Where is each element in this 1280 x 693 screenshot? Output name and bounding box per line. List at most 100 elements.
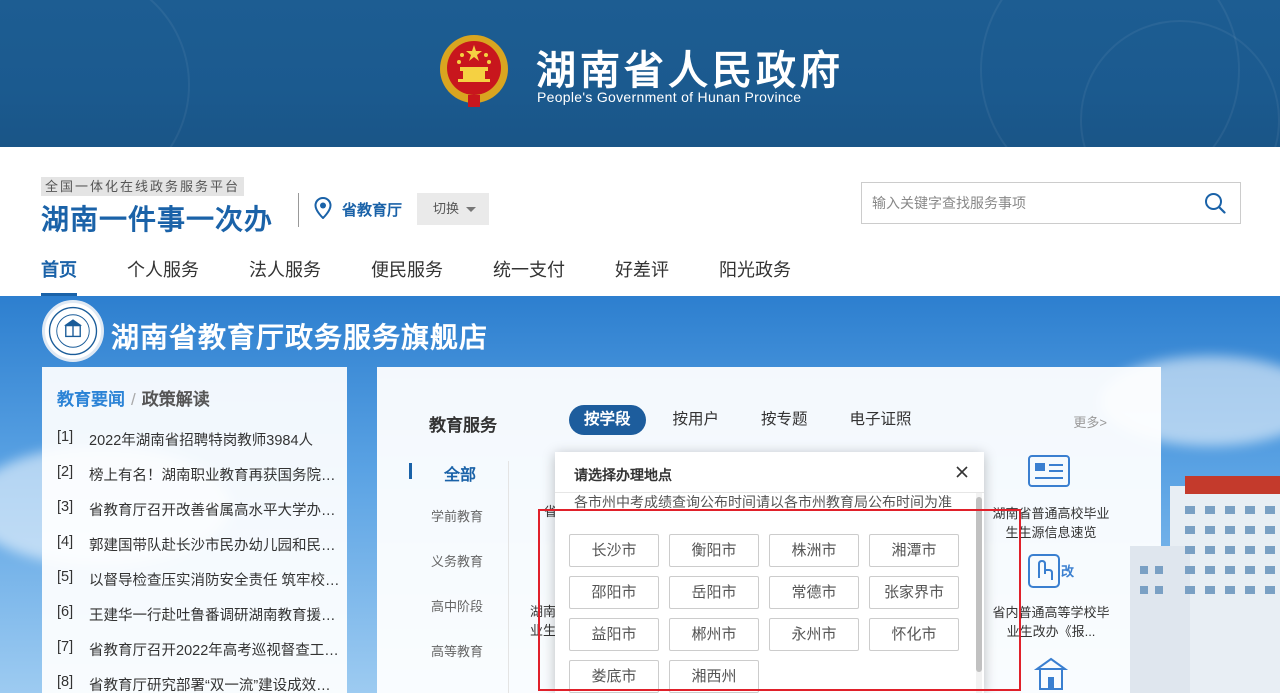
city-option-yiyang[interactable]: 益阳市: [569, 618, 659, 651]
nav-open-government[interactable]: 阳光政务: [719, 256, 791, 296]
hand-change-icon: 改: [1028, 554, 1075, 588]
news-item[interactable]: [8] 省教育厅研究部署“双一流”建设成效评价工作: [57, 674, 342, 693]
government-subtitle: People's Government of Hunan Province: [537, 89, 802, 105]
news-item[interactable]: [4] 郭建国带队赴长沙市民办幼儿园和民办学校检查: [57, 534, 342, 569]
location-pin-icon: [314, 197, 332, 219]
news-headline[interactable]: 省教育厅研究部署“双一流”建设成效评价工作: [89, 674, 342, 693]
news-item[interactable]: [5] 以督导检查压实消防安全责任 筑牢校园安全防线: [57, 569, 342, 604]
news-item[interactable]: [1] 2022年湖南省招聘特岗教师3984人: [57, 429, 342, 464]
main-nav: 首页 个人服务 法人服务 便民服务 统一支付 好差评 阳光政务: [41, 256, 841, 296]
more-link[interactable]: 更多>: [1073, 412, 1107, 431]
nav-unified-payment[interactable]: 统一支付: [493, 256, 565, 296]
dialog-header: 请选择办理地点: [555, 452, 984, 493]
store-title: 湖南省教育厅政务服务旗舰店: [111, 322, 489, 353]
category-preschool[interactable]: 学前教育: [409, 506, 514, 551]
news-item[interactable]: [2] 榜上有名！湖南职业教育再获国务院办公厅督查激励: [57, 464, 342, 499]
tab-by-topic[interactable]: 按专题: [746, 405, 823, 435]
news-headline[interactable]: 以督导检查压实消防安全责任 筑牢校园安全防线: [89, 569, 342, 604]
news-panel: 教育要闻 / 政策解读 [1] 2022年湖南省招聘特岗教师3984人 [2] 榜上有名…: [42, 367, 347, 693]
tab-separator: /: [131, 390, 136, 409]
category-high-school[interactable]: 高中阶段: [409, 596, 514, 641]
news-number: [4]: [57, 534, 74, 550]
news-number: [1]: [57, 429, 74, 445]
news-headline[interactable]: 郭建国带队赴长沙市民办幼儿园和民办学校检查: [89, 534, 342, 569]
category-divider: [508, 461, 509, 693]
news-number: [2]: [57, 464, 74, 480]
platform-tag: 全国一体化在线政务服务平台: [41, 177, 245, 196]
news-item[interactable]: [6] 王建华一行赴吐鲁番调研湖南教育援疆工作: [57, 604, 342, 639]
service-item-fragment: 湖南: [530, 604, 557, 619]
news-headline[interactable]: 榜上有名！湖南职业教育再获国务院办公厅督查激励: [89, 464, 342, 499]
service-item-label: 湖南省普通高校毕业生生源信息速览: [992, 506, 1110, 540]
tab-e-certificates[interactable]: 电子证照: [835, 405, 927, 435]
nav-personal-services[interactable]: 个人服务: [127, 256, 199, 296]
city-option-yueyang[interactable]: 岳阳市: [669, 576, 759, 609]
search-input[interactable]: [862, 183, 1192, 223]
news-item[interactable]: [3] 省教育厅召开改善省属高水平大学办学条件专题会议: [57, 499, 342, 534]
service-item-label: 省内普通高等学校毕业生改办《报...: [992, 605, 1110, 639]
tab-policy-interpretation[interactable]: 政策解读: [142, 390, 210, 409]
service-item-fragment: 业生: [530, 623, 557, 638]
service-item-graduate-info[interactable]: 湖南省普通高校毕业生生源信息速览: [990, 453, 1112, 542]
search-box: [861, 182, 1241, 224]
location-select-dialog: 请选择办理地点 各市州中考成绩查询公布时间请以各市州教育局公布时间为准 长沙市 …: [555, 452, 984, 693]
news-headline[interactable]: 2022年湖南省招聘特岗教师3984人: [89, 429, 313, 464]
government-title: 湖南省人民政府: [536, 48, 844, 94]
service-item-graduate-change[interactable]: 改 省内普通高等学校毕业生改办《报...: [990, 552, 1112, 641]
category-higher-education[interactable]: 高等教育: [409, 641, 514, 686]
school-icon: [1033, 657, 1069, 690]
student-card-icon: [1028, 455, 1070, 487]
change-glyph: 改: [1061, 564, 1075, 580]
news-number: [5]: [57, 569, 74, 585]
header-divider: [298, 193, 299, 227]
news-list: [1] 2022年湖南省招聘特岗教师3984人 [2] 榜上有名！湖南职业教育再获国…: [57, 429, 342, 693]
news-headline[interactable]: 省教育厅召开改善省属高水平大学办学条件专题会议: [89, 499, 342, 534]
tab-education-news[interactable]: 教育要闻: [57, 390, 125, 409]
city-option-xiangtan[interactable]: 湘潭市: [869, 534, 959, 567]
close-icon[interactable]: [954, 464, 970, 480]
campus-building-image: [1130, 476, 1280, 693]
nav-convenience-services[interactable]: 便民服务: [371, 256, 443, 296]
services-title: 教育服务: [429, 416, 497, 435]
news-tabs: 教育要闻 / 政策解读: [57, 385, 210, 410]
news-item[interactable]: [7] 省教育厅召开2022年高考巡视督查工作会议: [57, 639, 342, 674]
caret-down-icon: [466, 207, 476, 212]
decorative-pattern: [0, 0, 190, 147]
city-option-changsha[interactable]: 长沙市: [569, 534, 659, 567]
city-option-shaoyang[interactable]: 邵阳市: [569, 576, 659, 609]
city-option-yongzhou[interactable]: 永州市: [769, 618, 859, 651]
dialog-notice: 各市州中考成绩查询公布时间请以各市州教育局公布时间为准: [574, 494, 952, 510]
news-number: [6]: [57, 604, 74, 620]
government-banner: 湖南省人民政府 People's Government of Hunan Pro…: [0, 0, 1280, 147]
city-option-zhangjiajie[interactable]: 张家界市: [869, 576, 959, 609]
category-all[interactable]: 全部: [409, 461, 514, 506]
category-list: 全部 学前教育 义务教育 高中阶段 高等教育: [409, 461, 514, 686]
news-number: [3]: [57, 499, 74, 515]
tab-by-stage[interactable]: 按学段: [569, 405, 646, 435]
city-option-huaihua[interactable]: 怀化市: [869, 618, 959, 651]
city-option-hengyang[interactable]: 衡阳市: [669, 534, 759, 567]
nav-legal-entity-services[interactable]: 法人服务: [249, 256, 321, 296]
tab-by-user[interactable]: 按用户: [658, 405, 735, 435]
news-number: [8]: [57, 674, 74, 690]
services-tabs: 按学段 按用户 按专题 电子证照: [569, 405, 939, 435]
category-compulsory[interactable]: 义务教育: [409, 551, 514, 596]
nav-home[interactable]: 首页: [41, 256, 77, 296]
current-location: 省教育厅: [342, 202, 403, 219]
city-option-xiangxi[interactable]: 湘西州: [669, 660, 759, 693]
switch-location-button[interactable]: 切换: [417, 193, 489, 225]
nav-rating[interactable]: 好差评: [615, 256, 669, 296]
national-emblem-icon: [440, 35, 508, 107]
search-icon[interactable]: [1204, 192, 1226, 214]
dialog-scrollbar-thumb[interactable]: [976, 497, 982, 672]
dialog-title: 请选择办理地点: [574, 467, 672, 483]
news-headline[interactable]: 省教育厅召开2022年高考巡视督查工作会议: [89, 639, 342, 674]
city-option-zhuzhou[interactable]: 株洲市: [769, 534, 859, 567]
city-option-chenzhou[interactable]: 郴州市: [669, 618, 759, 651]
brand-title[interactable]: 湖南一件事一次办: [41, 198, 273, 238]
city-option-changde[interactable]: 常德市: [769, 576, 859, 609]
education-department-logo: [42, 300, 104, 362]
switch-label: 切换: [433, 201, 460, 216]
city-option-loudi[interactable]: 娄底市: [569, 660, 659, 693]
news-headline[interactable]: 王建华一行赴吐鲁番调研湖南教育援疆工作: [89, 604, 342, 639]
